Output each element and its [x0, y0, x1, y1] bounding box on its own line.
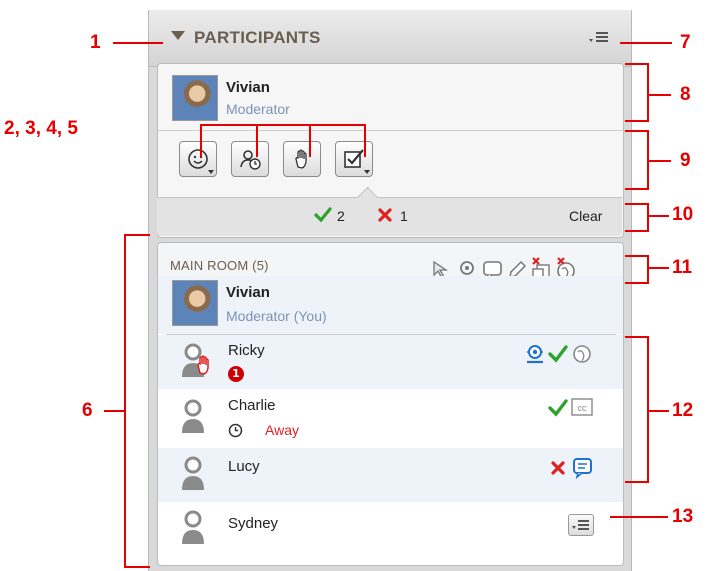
person-icon	[182, 510, 204, 544]
step-away-button[interactable]	[231, 141, 269, 177]
participant-name: Ricky	[228, 342, 265, 359]
callout-line	[620, 42, 672, 44]
person-icon	[182, 399, 204, 433]
participant-row-sydney[interactable]: Sydney	[158, 502, 623, 562]
panel-header[interactable]: PARTICIPANTS	[149, 10, 631, 67]
x-icon	[551, 461, 565, 475]
dropdown-caret-icon	[364, 170, 370, 174]
smiley-icon	[188, 149, 208, 169]
yes-count: 2	[337, 208, 345, 224]
svg-text:cc: cc	[578, 403, 588, 413]
participant-row-charlie[interactable]: Charlie Away cc	[158, 389, 623, 448]
participants-panel: PARTICIPANTS Vivian Moderator 2 1 Clear …	[148, 10, 632, 571]
list-menu-icon	[572, 520, 589, 530]
check-icon	[314, 207, 332, 223]
callout-line	[104, 410, 124, 412]
raise-hand-button[interactable]	[283, 141, 321, 177]
list-menu-icon[interactable]	[589, 30, 609, 48]
checkbox-icon	[344, 149, 364, 168]
dropdown-caret-icon	[208, 170, 214, 174]
callout-line	[200, 124, 366, 126]
x-icon	[378, 208, 392, 222]
answer-button[interactable]	[335, 141, 373, 177]
check-icon	[548, 345, 568, 363]
callout-line	[256, 124, 258, 157]
callout-bracket	[625, 336, 649, 483]
callout-line	[649, 160, 671, 162]
away-status: Away	[265, 422, 299, 438]
clock-icon	[228, 423, 243, 438]
callout-line	[610, 516, 668, 518]
callout-line	[200, 124, 202, 157]
divider	[158, 130, 623, 131]
callout-line	[113, 42, 163, 44]
callout-11: 11	[672, 257, 693, 278]
panel-title: PARTICIPANTS	[194, 28, 321, 47]
person-icon	[182, 456, 204, 490]
self-row[interactable]: Vivian Moderator (You)	[158, 276, 623, 334]
room-count: (5)	[252, 258, 269, 273]
clear-button[interactable]: Clear	[569, 208, 602, 224]
notification-badge: 1	[228, 366, 244, 382]
callout-1: 1	[90, 32, 101, 53]
callout-bracket	[625, 203, 649, 232]
globe-icon[interactable]	[572, 344, 592, 364]
callout-bracket	[625, 255, 649, 284]
clock-person-icon	[240, 150, 261, 170]
callout-line	[649, 94, 671, 96]
room-title: MAIN ROOM (5)	[170, 258, 269, 273]
participant-name: Sydney	[228, 515, 279, 532]
no-count: 1	[400, 208, 408, 224]
moderator-name: Vivian	[226, 79, 270, 96]
moderator-role: Moderator	[226, 101, 290, 117]
participant-name: Charlie	[228, 397, 276, 414]
callout-line	[309, 124, 311, 157]
check-icon	[548, 399, 568, 417]
chat-icon[interactable]	[572, 457, 594, 479]
callout-line	[649, 410, 669, 412]
webcam-icon[interactable]	[524, 343, 546, 365]
callout-bracket	[625, 130, 649, 190]
callout-2-5: 2, 3, 4, 5	[4, 118, 78, 139]
callout-line	[649, 267, 669, 269]
callout-9: 9	[680, 150, 691, 171]
self-role: Moderator (You)	[226, 308, 327, 324]
main-room-card: MAIN ROOM (5) Vivian Moderator (You) Ric…	[157, 242, 624, 566]
moderator-avatar	[172, 75, 218, 121]
callout-line	[364, 124, 366, 157]
callout-8: 8	[680, 84, 691, 105]
callout-13: 13	[672, 506, 694, 527]
callout-6: 6	[82, 400, 93, 421]
callout-line	[649, 215, 669, 217]
self-avatar	[172, 280, 218, 326]
callout-bracket	[625, 63, 649, 122]
collapse-triangle-icon[interactable]	[171, 31, 185, 40]
participant-row-ricky[interactable]: Ricky 1	[158, 335, 623, 389]
participant-menu-button[interactable]	[568, 514, 594, 536]
participant-row-lucy[interactable]: Lucy	[158, 448, 623, 502]
self-name: Vivian	[226, 284, 270, 301]
participant-name: Lucy	[228, 458, 260, 475]
cc-icon[interactable]: cc	[571, 398, 593, 416]
raise-hand-icon	[197, 355, 209, 375]
callout-12: 12	[672, 400, 694, 421]
callout-7: 7	[680, 32, 691, 53]
callout-10: 10	[672, 204, 694, 225]
callout-bracket	[124, 234, 150, 568]
emoticon-status-button[interactable]	[179, 141, 217, 177]
